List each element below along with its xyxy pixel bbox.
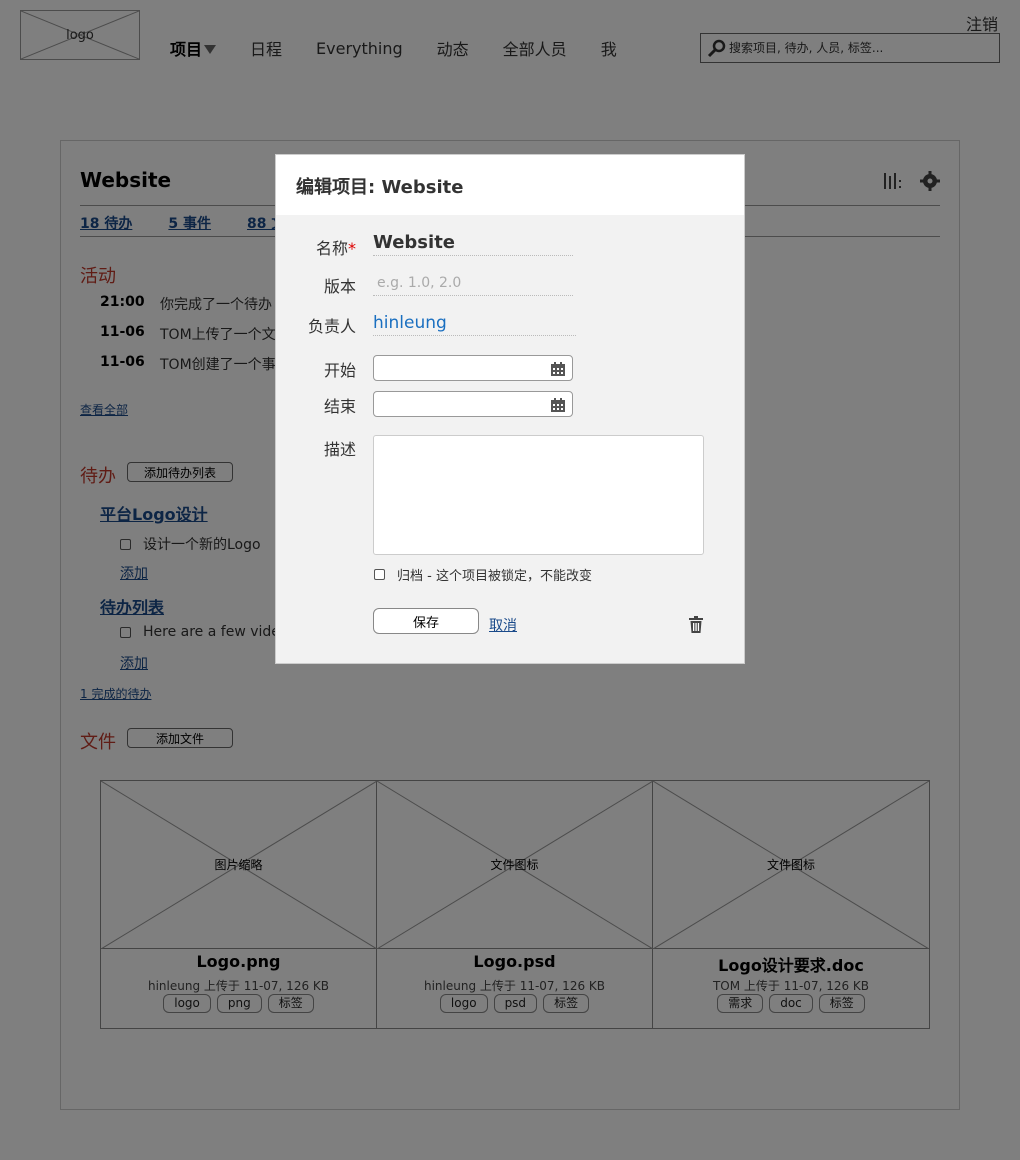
version-field[interactable]: e.g. 1.0, 2.0	[373, 270, 573, 296]
calendar-icon[interactable]	[550, 397, 566, 413]
dialog-header: 编辑项目: Website	[276, 155, 744, 215]
calendar-icon[interactable]	[550, 361, 566, 377]
save-button[interactable]: 保存	[373, 608, 479, 634]
owner-field[interactable]: hinleung	[373, 310, 576, 336]
name-label: 名称*	[276, 235, 356, 259]
name-label-text: 名称	[315, 239, 348, 258]
description-label: 描述	[323, 440, 356, 459]
end-date-input[interactable]	[373, 391, 573, 417]
dialog-title: 编辑项目: Website	[296, 177, 464, 198]
version-label: 版本	[323, 277, 356, 296]
archive-option: 归档 - 这个项目被锁定，不能改变	[374, 565, 592, 584]
start-label: 开始	[323, 361, 356, 380]
owner-label: 负责人	[307, 317, 356, 336]
end-label: 结束	[323, 397, 356, 416]
start-date-input[interactable]	[373, 355, 573, 381]
trash-icon[interactable]	[688, 616, 704, 633]
required-mark: *	[348, 239, 356, 258]
cancel-link[interactable]: 取消	[489, 615, 517, 635]
name-field[interactable]: Website	[373, 230, 573, 256]
archive-checkbox[interactable]	[374, 569, 385, 580]
edit-project-dialog: 编辑项目: Website 名称* Website 版本 e.g. 1.0, 2…	[275, 154, 745, 664]
archive-label: 归档 - 这个项目被锁定，不能改变	[397, 569, 592, 584]
description-textarea[interactable]	[373, 435, 704, 555]
